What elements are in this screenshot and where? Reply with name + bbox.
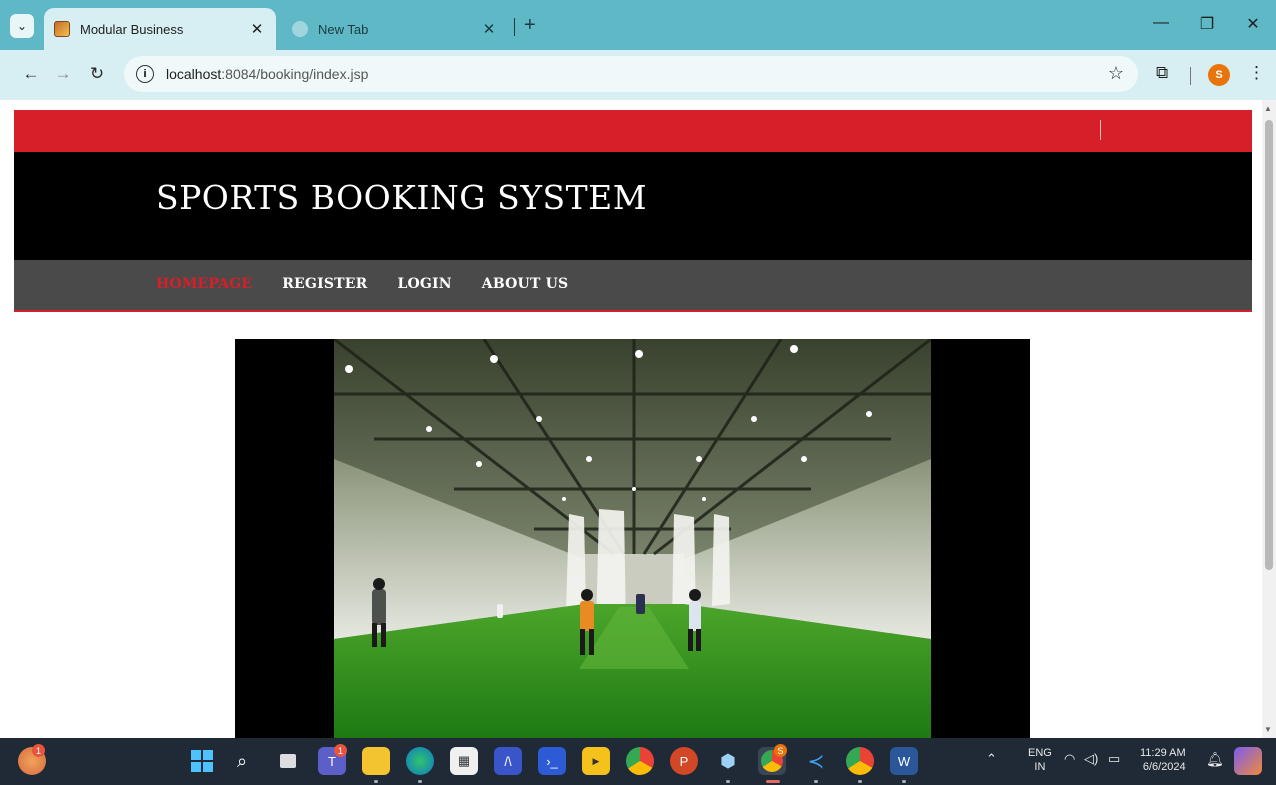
search-icon[interactable]: ⌕ [228,747,256,775]
browser-tab-strip: ⌄ Modular Business ✕ New Tab ✕ + — ❐ ✕ [0,0,1276,50]
scrollbar-thumb[interactable] [1265,120,1273,570]
app-icon[interactable]: /\ [494,747,522,775]
close-window-icon[interactable]: ✕ [1238,14,1268,34]
player-app-icon[interactable]: ▶ [582,747,610,775]
profile-avatar[interactable]: S [1208,64,1230,86]
show-hidden-icons-chevron-icon[interactable]: ⌃ [986,752,997,766]
tab-title: Modular Business [80,21,184,37]
weather-widget-icon[interactable]: 1 [18,744,46,775]
nav-homepage[interactable]: HOMEPAGE [156,276,252,292]
extensions-puzzle-icon[interactable]: ⧉ [1156,63,1168,83]
language-code: ENG [1028,747,1052,759]
tab-search-button[interactable]: ⌄ [10,14,34,38]
restore-icon[interactable]: ❐ [1192,14,1222,34]
running-indicator [374,780,378,783]
scroll-down-arrow-icon[interactable]: ▼ [1264,725,1272,734]
tab-divider [514,18,515,36]
chevron-down-icon: ⌄ [16,19,28,33]
running-indicator [814,780,818,783]
language-indicator[interactable]: ENG IN [1028,746,1052,774]
profile-badge: S [774,744,787,757]
site-title: SPORTS BOOKING SYSTEM [156,178,648,217]
running-indicator [902,780,906,783]
task-view-icon[interactable] [274,747,302,775]
top-red-bar [14,110,1252,152]
new-tab-plus-icon[interactable]: + [524,14,536,37]
reload-icon[interactable]: ↻ [86,64,108,84]
3d-app-icon[interactable]: ⬢ [714,747,742,775]
windows-start-icon[interactable] [188,747,216,775]
powerpoint-icon[interactable]: P [670,747,698,775]
clock-time: 11:29 AM [1140,747,1186,759]
running-indicator [726,780,730,783]
top-bar-divider [1100,120,1101,140]
clock[interactable]: 11:29 AM 6/6/2024 [1140,746,1186,774]
hero-image-frame [235,339,1030,738]
bookmark-star-icon[interactable]: ☆ [1108,63,1124,84]
menu-kebab-icon[interactable]: ⋮ [1248,63,1265,83]
notification-badge: 1 [334,744,347,757]
close-tab-icon[interactable]: ✕ [248,20,266,38]
running-indicator [858,780,862,783]
nav-about-us[interactable]: ABOUT US [482,276,569,292]
minimize-icon[interactable]: — [1146,14,1176,32]
nav-login[interactable]: LOGIN [397,276,451,292]
powershell-icon[interactable]: ›_ [538,747,566,775]
new-tab-favicon-icon [292,21,308,37]
edge-icon[interactable] [406,747,434,775]
chrome-icon[interactable] [626,747,654,775]
word-icon[interactable]: W [890,747,918,775]
volume-icon[interactable]: ◁) [1084,752,1098,766]
chrome-app-icon[interactable] [846,747,874,775]
url-host: localhost [166,66,222,82]
url-path: :8084/booking/index.jsp [221,66,369,82]
site-info-icon[interactable]: i [136,65,154,83]
vscode-icon[interactable]: ≺ [802,747,830,775]
toolbar-divider [1190,67,1191,85]
site-header: SPORTS BOOKING SYSTEM [14,152,1252,260]
notification-badge: 1 [32,744,45,757]
file-explorer-icon[interactable] [362,747,390,775]
site-favicon-icon [54,21,70,37]
indoor-cricket-arena-image [334,339,931,738]
notification-bell-icon[interactable]: 🔔︎ [1206,752,1224,766]
tab-new-tab[interactable]: New Tab ✕ [282,8,508,50]
teams-icon[interactable]: T 1 [318,744,347,775]
copilot-icon[interactable] [1234,747,1262,775]
clock-date: 6/6/2024 [1142,761,1186,773]
page-scrollbar[interactable]: ▲ ▼ [1262,100,1276,738]
nav-register[interactable]: REGISTER [282,276,367,292]
forward-arrow-icon[interactable]: → [52,64,74,84]
chrome-profile-icon[interactable]: S [758,744,787,775]
region-code: IN [1034,761,1046,773]
active-indicator [766,780,780,783]
running-indicator [418,780,422,783]
back-arrow-icon[interactable]: ← [20,64,42,84]
scroll-up-arrow-icon[interactable]: ▲ [1264,104,1272,113]
page-viewport: SPORTS BOOKING SYSTEM HOMEPAGE REGISTER … [0,100,1262,738]
battery-icon[interactable]: ▭ [1108,752,1120,766]
wifi-icon[interactable]: ◠ [1064,752,1075,766]
tab-modular-business[interactable]: Modular Business ✕ [44,8,276,50]
address-bar[interactable]: i localhost:8084/booking/index.jsp ☆ [124,56,1138,92]
windows-taskbar: 1 ⌕ T 1 ▦ /\ ›_ ▶ P ⬢ S ≺ W ⌃ ENG IN ◠ ◁… [0,738,1276,785]
microsoft-store-icon[interactable]: ▦ [450,747,478,775]
tab-title: New Tab [318,21,369,37]
browser-toolbar: ← → ↻ i localhost:8084/booking/index.jsp… [0,50,1276,100]
close-tab-icon[interactable]: ✕ [480,20,498,38]
main-navigation: HOMEPAGE REGISTER LOGIN ABOUT US [14,260,1252,312]
